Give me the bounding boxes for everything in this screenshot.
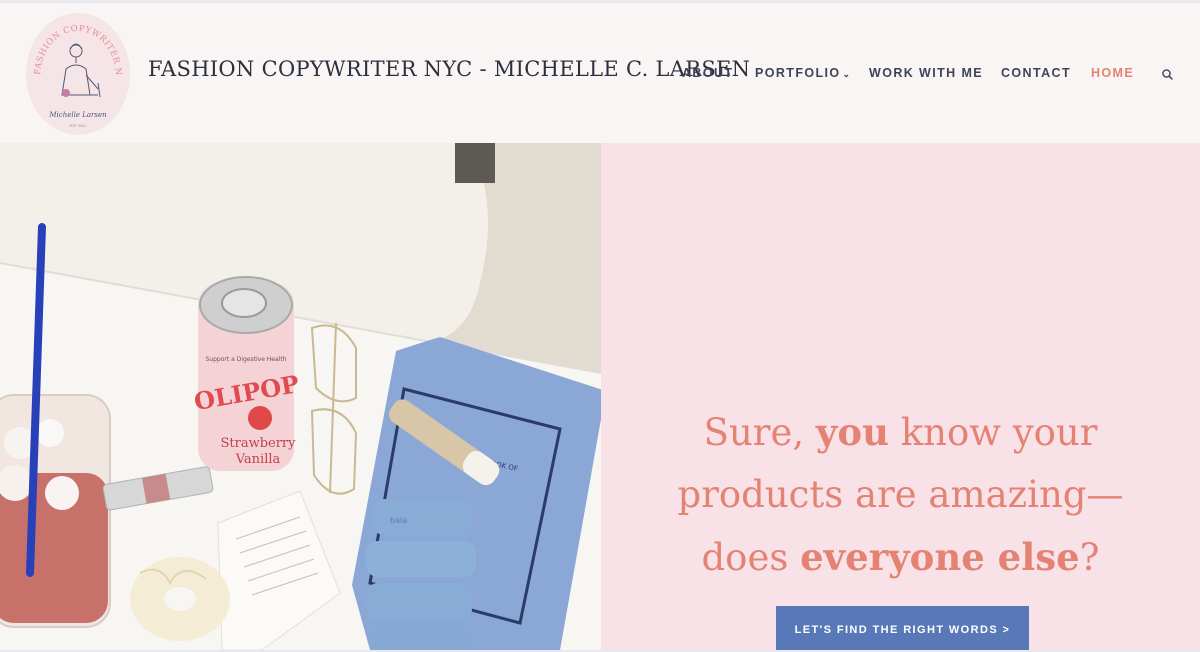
headline-text: does xyxy=(701,536,801,579)
can-flavor-2: Vanilla xyxy=(235,452,281,467)
can-small-print: Support a Digestive Health xyxy=(206,356,287,363)
cta-button[interactable]: LET'S FIND THE RIGHT WORDS > xyxy=(776,606,1029,650)
hero-text-panel: Sure, you know your products are amazing… xyxy=(601,143,1200,650)
headline-line-3: does everyone else? xyxy=(601,526,1200,589)
nav-about[interactable]: ABOUT xyxy=(682,66,733,80)
headline-emphasis: everyone else xyxy=(800,535,1080,579)
main-nav: ABOUT PORTFOLIO ⌄ WORK WITH ME CONTACT HO… xyxy=(0,66,1200,86)
headline-text: Sure, xyxy=(703,411,816,454)
hero-section: Support a Digestive Health OLIPOP Strawb… xyxy=(0,143,1200,650)
weights-brand: bala xyxy=(390,516,407,525)
hero-headline: Sure, you know your products are amazing… xyxy=(601,401,1200,589)
nav-contact[interactable]: CONTACT xyxy=(1001,66,1071,80)
chevron-down-icon: ⌄ xyxy=(842,69,852,79)
headline-line-1: Sure, you know your xyxy=(601,401,1200,464)
headline-line-2: products are amazing— xyxy=(677,473,1124,516)
flatlay-photo: Support a Digestive Health OLIPOP Strawb… xyxy=(0,143,601,650)
nav-home[interactable]: HOME xyxy=(1091,66,1134,80)
can-flavor-1: Strawberry xyxy=(220,436,296,451)
logo-est: EST. 2021 xyxy=(70,124,86,128)
headline-text: know your xyxy=(888,411,1098,454)
headline-emphasis: you xyxy=(815,410,889,454)
nav-work-with-me[interactable]: WORK WITH ME xyxy=(869,66,983,80)
hero-image: Support a Digestive Health OLIPOP Strawb… xyxy=(0,143,601,650)
logo-signature: Michelle Larsen xyxy=(48,111,107,119)
headline-text: ? xyxy=(1079,536,1100,579)
nav-portfolio[interactable]: PORTFOLIO ⌄ xyxy=(755,66,851,80)
nav-portfolio-label: PORTFOLIO xyxy=(755,66,841,80)
search-button[interactable] xyxy=(1160,67,1176,83)
site-header: FASHION COPYWRITER NYC Michelle Larsen E… xyxy=(0,3,1200,143)
search-icon xyxy=(1162,69,1173,80)
